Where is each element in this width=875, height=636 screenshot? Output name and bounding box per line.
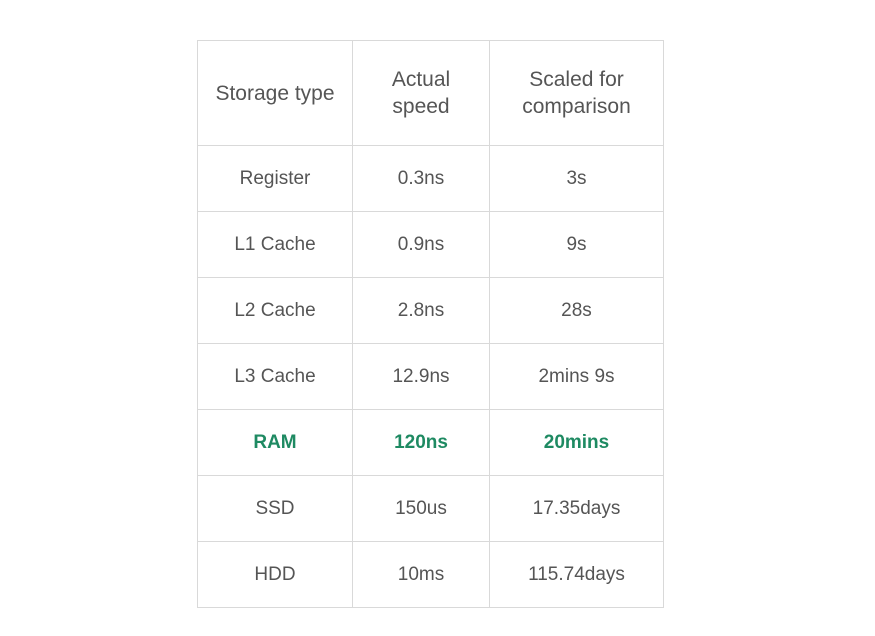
cell-scaled: 115.74days — [489, 541, 664, 608]
cell-storage-type: SSD — [197, 475, 353, 542]
header-row: Storage type Actual speed Scaled for com… — [197, 40, 664, 146]
header-scaled-label: Scaled for comparison — [522, 68, 631, 118]
table-row: L1 Cache 0.9ns 9s — [197, 211, 664, 278]
cell-storage-type: RAM — [197, 409, 353, 476]
cell-actual-speed: 150us — [352, 475, 490, 542]
cell-scaled: 28s — [489, 277, 664, 344]
cell-actual-speed: 0.3ns — [352, 145, 490, 212]
cell-storage-type: HDD — [197, 541, 353, 608]
header-storage-type: Storage type — [197, 40, 353, 146]
cell-actual-speed: 0.9ns — [352, 211, 490, 278]
header-scaled: Scaled for comparison — [489, 40, 664, 146]
table-row: L2 Cache 2.8ns 28s — [197, 277, 664, 344]
cell-storage-type: L1 Cache — [197, 211, 353, 278]
table-row: HDD 10ms 115.74days — [197, 541, 664, 608]
storage-speed-table: Storage type Actual speed Scaled for com… — [197, 40, 664, 608]
cell-actual-speed: 2.8ns — [352, 277, 490, 344]
cell-storage-type: Register — [197, 145, 353, 212]
cell-actual-speed: 120ns — [352, 409, 490, 476]
cell-scaled: 17.35days — [489, 475, 664, 542]
cell-actual-speed: 12.9ns — [352, 343, 490, 410]
header-actual-speed: Actual speed — [352, 40, 490, 146]
table-row: SSD 150us 17.35days — [197, 475, 664, 542]
table-row-highlighted: RAM 120ns 20mins — [197, 409, 664, 476]
table-row: L3 Cache 12.9ns 2mins 9s — [197, 343, 664, 410]
cell-scaled: 20mins — [489, 409, 664, 476]
cell-scaled: 9s — [489, 211, 664, 278]
header-actual-speed-label: Actual speed — [391, 68, 451, 118]
cell-scaled: 3s — [489, 145, 664, 212]
cell-scaled: 2mins 9s — [489, 343, 664, 410]
cell-storage-type: L3 Cache — [197, 343, 353, 410]
table-row: Register 0.3ns 3s — [197, 145, 664, 212]
cell-actual-speed: 10ms — [352, 541, 490, 608]
cell-storage-type: L2 Cache — [197, 277, 353, 344]
